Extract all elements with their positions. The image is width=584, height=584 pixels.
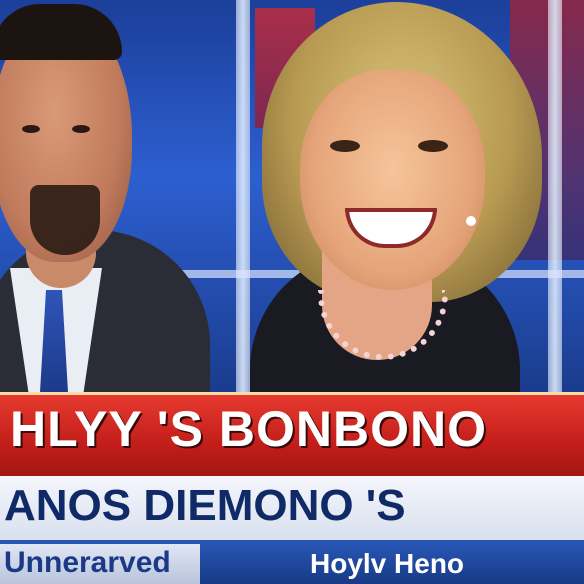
woman-eye [330,140,360,152]
man-beard [30,185,100,255]
man-hair [0,4,122,60]
subheadline-text: ANOS DIEMONO 'S [4,481,406,530]
man-eye [72,125,90,133]
background-grid-line [236,0,250,392]
woman-earring [466,216,476,226]
woman-face [300,70,485,290]
man-eye [22,125,40,133]
woman-eye [418,140,448,152]
ticker-label: Unnerarved [4,546,171,579]
background-grid-line [548,0,562,392]
headline-text: HLYY 'S BONBONO [10,401,487,457]
ticker-text: Hoylv Heno [310,548,465,579]
studio-background [0,0,584,392]
